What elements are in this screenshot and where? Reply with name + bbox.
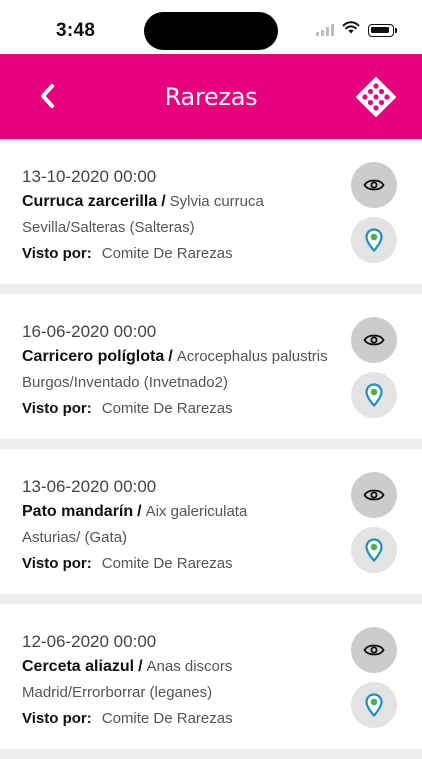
species-names: Curruca zarcerilla / Sylvia curruca <box>22 193 264 211</box>
sightings-list: 13-10-2020 00:00 Curruca zarcerilla / Sylv… <box>0 139 422 759</box>
common-name: Cerceta aliazul <box>22 658 135 675</box>
map-pin-icon <box>365 538 383 562</box>
scientific-name: Acrocephalus palustris <box>176 348 328 365</box>
seen-by: Visto por: Comite De Rarezas <box>22 400 233 417</box>
view-button[interactable] <box>351 627 397 673</box>
map-pin-icon <box>365 228 383 252</box>
map-pin-icon <box>365 383 383 407</box>
name-separator: / <box>168 348 173 365</box>
sighting-date: 12-06-2020 00:00 <box>22 632 157 651</box>
dots-diamond-logo-icon <box>356 77 396 117</box>
species-names: Cerceta aliazul / Anas discors <box>22 658 232 676</box>
common-name: Carricero políglota <box>22 348 165 365</box>
sighting-location: Sevilla/Salteras (Salteras) <box>22 219 195 236</box>
menu-logo-button[interactable] <box>356 77 396 117</box>
seen-by: Visto por: Comite De Rarezas <box>22 555 233 572</box>
seen-by-label: Visto por: <box>22 555 92 572</box>
map-pin-icon <box>365 693 383 717</box>
seen-by-label: Visto por: <box>22 400 92 417</box>
common-name: Curruca zarcerilla <box>22 193 158 210</box>
scientific-name: Anas discors <box>146 658 233 675</box>
seen-by-label: Visto por: <box>22 710 92 727</box>
battery-icon <box>368 23 397 37</box>
status-icons <box>316 21 397 39</box>
seen-by: Visto por: Comite De Rarezas <box>22 710 233 727</box>
map-button[interactable] <box>351 682 397 728</box>
seen-by: Visto por: Comite De Rarezas <box>22 245 233 262</box>
seen-by-value: Comite De Rarezas <box>101 400 233 417</box>
view-button[interactable] <box>351 162 397 208</box>
scientific-name: Sylvia curruca <box>169 193 264 210</box>
sighting-card: 13-06-2020 00:00 Pato mandarín / Aix galer… <box>0 449 422 594</box>
scientific-name: Aix galericulata <box>145 503 248 520</box>
eye-icon <box>363 334 385 346</box>
sighting-date: 16-06-2020 00:00 <box>22 322 157 341</box>
map-button[interactable] <box>351 217 397 263</box>
app-header: Rarezas <box>0 54 422 139</box>
signal-icon <box>316 24 334 36</box>
status-bar: 3:48 <box>0 0 422 54</box>
map-button[interactable] <box>351 527 397 573</box>
sighting-card: 13-10-2020 00:00 Curruca zarcerilla / Sylv… <box>0 139 422 284</box>
sighting-date: 13-10-2020 00:00 <box>22 167 157 186</box>
sighting-card: 16-06-2020 00:00 Carricero políglota / Acr… <box>0 294 422 439</box>
view-button[interactable] <box>351 472 397 518</box>
species-names: Pato mandarín / Aix galericulata <box>22 503 247 521</box>
seen-by-value: Comite De Rarezas <box>101 245 233 262</box>
status-time: 3:48 <box>56 20 96 41</box>
seen-by-value: Comite De Rarezas <box>101 555 233 572</box>
wifi-icon <box>342 21 360 39</box>
view-button[interactable] <box>351 317 397 363</box>
eye-icon <box>363 179 385 191</box>
sighting-location: Madrid/Errorborrar (leganes) <box>22 684 213 701</box>
name-separator: / <box>137 503 142 520</box>
sighting-location: Asturias/ (Gata) <box>22 529 128 546</box>
sighting-location: Burgos/Inventado (Invetnado2) <box>22 374 228 391</box>
dynamic-island <box>144 12 278 50</box>
eye-icon <box>363 489 385 501</box>
name-separator: / <box>138 658 143 675</box>
sighting-card: 12-06-2020 00:00 Cerceta aliazul / Anas di… <box>0 604 422 749</box>
sighting-date: 13-06-2020 00:00 <box>22 477 157 496</box>
seen-by-label: Visto por: <box>22 245 92 262</box>
common-name: Pato mandarín <box>22 503 134 520</box>
map-button[interactable] <box>351 372 397 418</box>
eye-icon <box>363 644 385 656</box>
seen-by-value: Comite De Rarezas <box>101 710 233 727</box>
name-separator: / <box>161 193 166 210</box>
species-names: Carricero políglota / Acrocephalus palustr… <box>22 348 328 366</box>
